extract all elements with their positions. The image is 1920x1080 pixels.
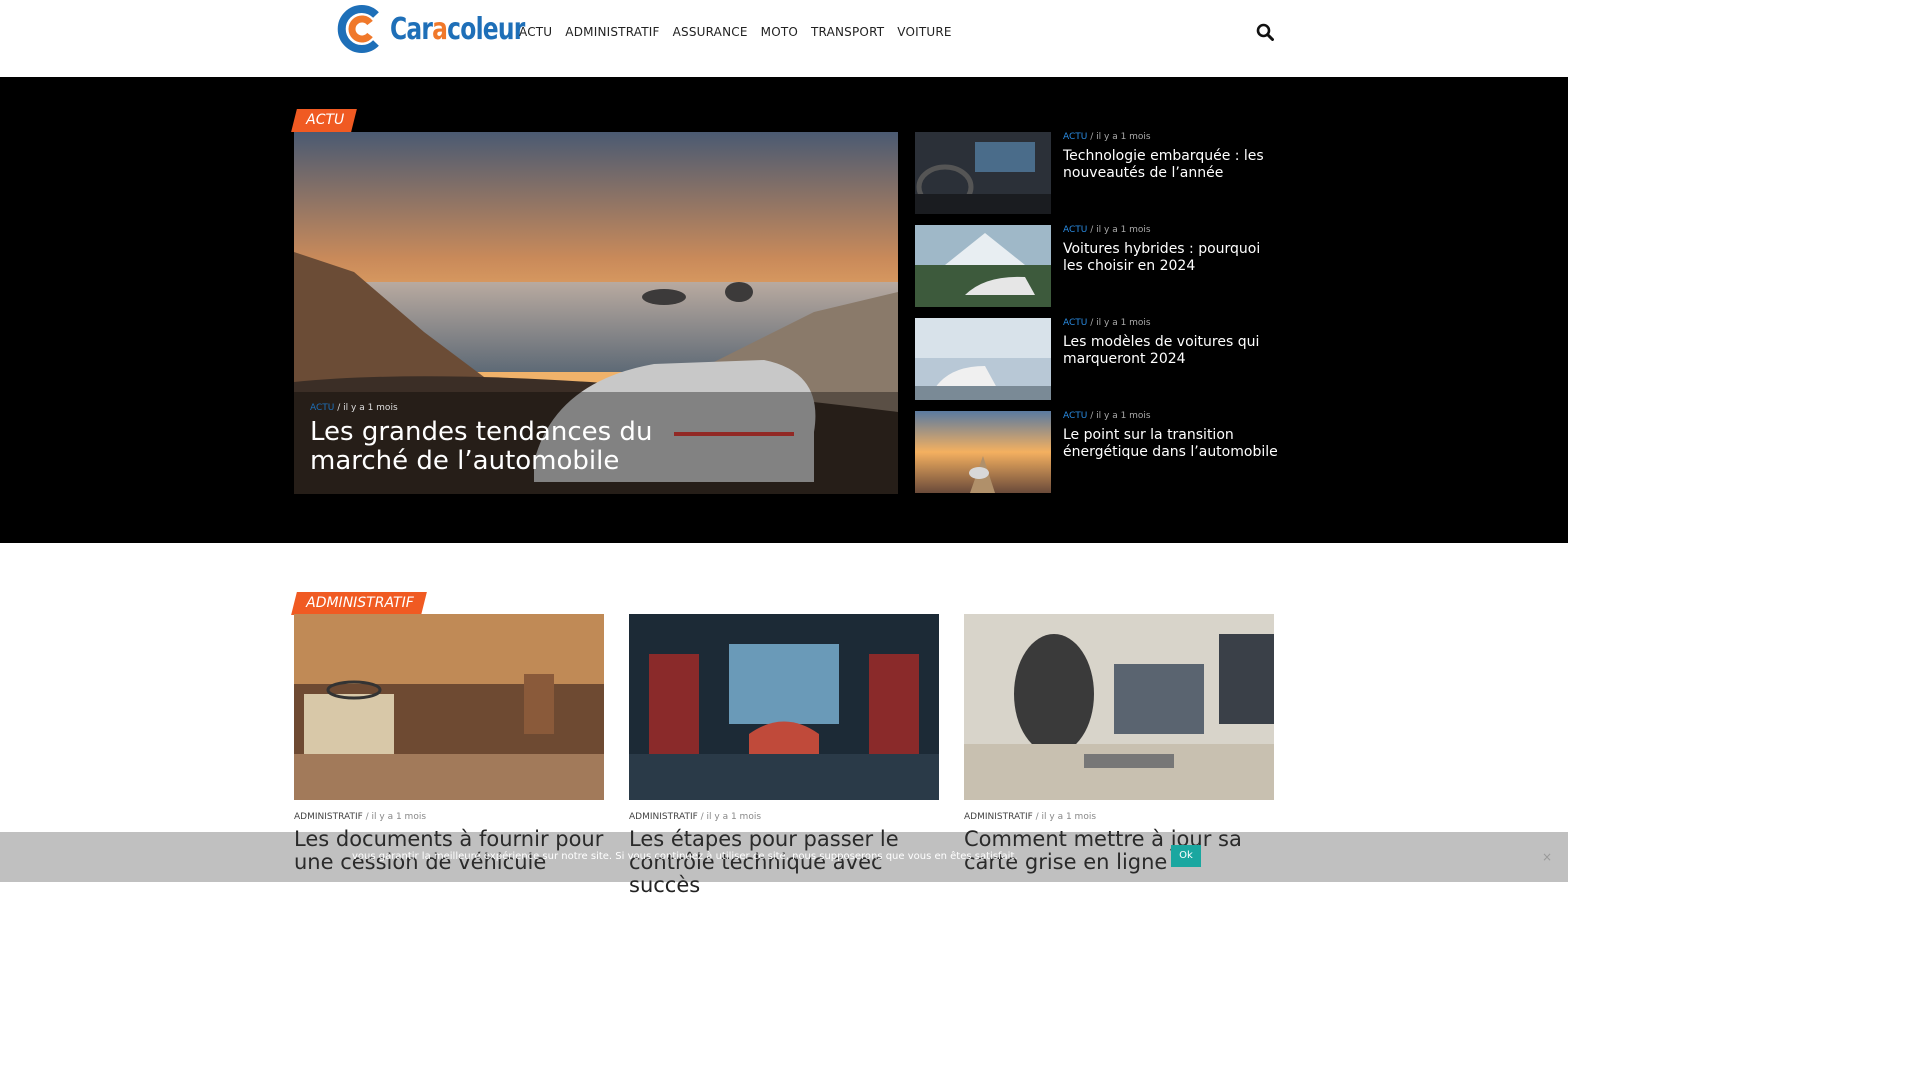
admin-card-category-2[interactable]: ADMINISTRATIF <box>629 812 698 822</box>
side-thumb-1 <box>915 132 1051 214</box>
featured-time: il y a 1 mois <box>343 403 398 413</box>
cookie-banner: vous garantir la meilleure expérience su… <box>0 832 1568 882</box>
side-title-2[interactable]: Voitures hybrides : pourquoi les choisir… <box>1063 241 1278 275</box>
side-title-4[interactable]: Le point sur la transition énergétique d… <box>1063 427 1278 461</box>
side-title-1[interactable]: Technologie embarquée : les nouveautés d… <box>1063 148 1278 182</box>
featured-title[interactable]: Les grandes tendances du marché de l’aut… <box>310 418 690 476</box>
main-nav: ACTU ADMINISTRATIF ASSURANCE MOTO TRANSP… <box>519 25 952 39</box>
side-time-2: il y a 1 mois <box>1096 225 1151 235</box>
side-article-3[interactable]: ACTU / il y a 1 mois Les modèles de voit… <box>915 318 1275 400</box>
side-meta-2: ACTU / il y a 1 mois <box>1063 225 1151 235</box>
close-icon[interactable]: × <box>1542 850 1552 864</box>
cookie-text: vous garantir la meilleure expérience su… <box>352 851 1018 862</box>
logo-icon <box>337 5 379 53</box>
cookie-ok-button[interactable]: Ok <box>1171 845 1201 867</box>
admin-card-time-1: il y a 1 mois <box>371 812 427 822</box>
featured-meta: ACTU / il y a 1 mois <box>310 403 398 413</box>
side-category-3[interactable]: ACTU <box>1063 318 1087 328</box>
side-category-1[interactable]: ACTU <box>1063 132 1087 142</box>
side-meta-3: ACTU / il y a 1 mois <box>1063 318 1151 328</box>
side-thumb-2 <box>915 225 1051 307</box>
admin-card-time-3: il y a 1 mois <box>1041 812 1097 822</box>
side-thumb-4 <box>915 411 1051 493</box>
admin-card-image-2 <box>629 614 939 800</box>
hero-section: ACTU ACTU / il y a 1 mois Les grandes te… <box>0 77 1568 543</box>
nav-item-assurance[interactable]: ASSURANCE <box>673 25 748 39</box>
side-meta-4: ACTU / il y a 1 mois <box>1063 411 1151 421</box>
admin-card-category-1[interactable]: ADMINISTRATIF <box>294 812 363 822</box>
admin-card-category-3[interactable]: ADMINISTRATIF <box>964 812 1033 822</box>
side-time-3: il y a 1 mois <box>1096 318 1151 328</box>
admin-card-meta-3: ADMINISTRATIF / il y a 1 mois <box>964 812 1097 822</box>
side-article-2[interactable]: ACTU / il y a 1 mois Voitures hybrides :… <box>915 225 1275 307</box>
section-tag-actu[interactable]: ACTU <box>291 109 358 132</box>
side-time-1: il y a 1 mois <box>1096 132 1151 142</box>
side-meta-1: ACTU / il y a 1 mois <box>1063 132 1151 142</box>
side-thumb-3 <box>915 318 1051 400</box>
featured-article[interactable]: ACTU / il y a 1 mois Les grandes tendanc… <box>294 132 898 494</box>
admin-card-meta-2: ADMINISTRATIF / il y a 1 mois <box>629 812 762 822</box>
site-header: Caracoleur ACTU ADMINISTRATIF ASSURANCE … <box>0 0 1568 77</box>
nav-item-voiture[interactable]: VOITURE <box>897 25 951 39</box>
admin-card-image-1 <box>294 614 604 800</box>
search-icon[interactable] <box>1256 23 1274 41</box>
nav-item-moto[interactable]: MOTO <box>761 25 798 39</box>
admin-card-time-2: il y a 1 mois <box>706 812 762 822</box>
side-time-4: il y a 1 mois <box>1096 411 1151 421</box>
side-title-3[interactable]: Les modèles de voitures qui marqueront 2… <box>1063 334 1278 368</box>
featured-category[interactable]: ACTU <box>310 403 334 413</box>
admin-card-image-3 <box>964 614 1274 800</box>
admin-card-meta-1: ADMINISTRATIF / il y a 1 mois <box>294 812 427 822</box>
logo-text: Caracoleur <box>390 11 525 47</box>
nav-item-actu[interactable]: ACTU <box>519 25 552 39</box>
side-article-1[interactable]: ACTU / il y a 1 mois Technologie embarqu… <box>915 132 1275 214</box>
nav-item-transport[interactable]: TRANSPORT <box>811 25 884 39</box>
side-category-2[interactable]: ACTU <box>1063 225 1087 235</box>
section-tag-administratif[interactable]: ADMINISTRATIF <box>291 592 427 615</box>
side-article-4[interactable]: ACTU / il y a 1 mois Le point sur la tra… <box>915 411 1278 493</box>
nav-item-administratif[interactable]: ADMINISTRATIF <box>565 25 659 39</box>
side-category-4[interactable]: ACTU <box>1063 411 1087 421</box>
